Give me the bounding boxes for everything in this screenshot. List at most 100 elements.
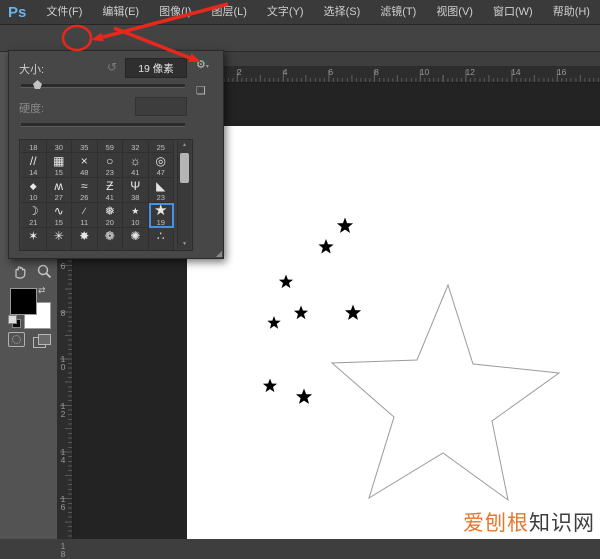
brush-tile-selected[interactable]: ★19	[149, 203, 175, 228]
brush-tip-icon: ✸	[79, 228, 89, 243]
brush-preset-grid: 183035593225//14▦15×48○23☼41◎47◆10ʍ27≈26…	[19, 139, 193, 251]
menu-item[interactable]: 视图(V)	[426, 0, 483, 24]
brush-tip-size: 15	[55, 168, 63, 177]
brush-tile[interactable]: ◆10	[21, 178, 47, 203]
brush-tip-size: 47	[157, 168, 165, 177]
brush-tile[interactable]: //14	[21, 153, 47, 178]
scroll-up-icon[interactable]: ▲	[178, 141, 191, 150]
brush-tip-icon: ∕	[83, 203, 85, 218]
reset-size-icon[interactable]: ↺	[107, 60, 117, 74]
scroll-down-icon[interactable]: ▼	[178, 240, 191, 249]
brush-tip-size: 26	[80, 193, 88, 202]
brush-tip-icon: ✺	[130, 228, 140, 243]
brush-tip-size: 25	[157, 143, 165, 152]
brush-tile[interactable]: 35	[72, 139, 98, 153]
brush-tip-icon: ▦	[53, 153, 64, 168]
brush-tip-icon: ʍ	[54, 178, 63, 193]
brush-tile[interactable]: Ƶ41	[98, 178, 124, 203]
brush-tile[interactable]: ✺	[123, 228, 149, 251]
menu-item[interactable]: 编辑(E)	[92, 0, 149, 24]
brush-tip-icon: ∿	[54, 203, 64, 218]
brush-tile[interactable]: 59	[98, 139, 124, 153]
brush-tip-icon: ○	[106, 153, 113, 168]
swap-colors-icon[interactable]: ⇄	[38, 285, 46, 296]
ruler-label: 12	[59, 402, 67, 418]
zoom-tool-icon[interactable]	[36, 263, 53, 280]
quick-mask-button[interactable]	[8, 332, 25, 347]
brush-tile[interactable]: ✳	[47, 228, 73, 251]
ruler-label: 12	[466, 67, 475, 77]
brush-tip-icon: ❁	[105, 228, 115, 243]
watermark-orange: 爱刨根	[463, 512, 529, 535]
size-slider[interactable]	[21, 84, 185, 88]
brush-tile[interactable]: ✸	[72, 228, 98, 251]
menu-item[interactable]: 图像(I)	[149, 0, 201, 24]
brush-tip-size: 27	[55, 193, 63, 202]
brush-tile[interactable]: 18	[21, 139, 47, 153]
canvas[interactable]	[187, 126, 600, 539]
size-label: 大小:	[19, 61, 44, 77]
brush-tip-size: 20	[106, 218, 114, 227]
default-colors-icon[interactable]	[8, 315, 20, 327]
brush-tile[interactable]: ≈26	[72, 178, 98, 203]
brush-tile[interactable]: ◎47	[149, 153, 175, 178]
ruler-label: 10	[420, 67, 429, 77]
brush-tile[interactable]: 32	[123, 139, 149, 153]
ruler-label: 8	[374, 67, 379, 77]
brush-tile[interactable]: 30	[47, 139, 73, 153]
brush-tile[interactable]: ❁	[98, 228, 124, 251]
panel-resize-grip[interactable]: ◢	[216, 249, 222, 258]
brush-tip-size: 21	[29, 218, 37, 227]
scrollbar-thumb[interactable]	[180, 153, 189, 183]
menu-item[interactable]: 帮助(H)	[543, 0, 600, 24]
brush-tip-icon: ∴	[157, 228, 165, 243]
ruler-label: 4	[283, 67, 288, 77]
menu-item[interactable]: 窗口(W)	[483, 0, 543, 24]
brush-tile[interactable]: ∿15	[47, 203, 73, 228]
brush-tip-icon: ✳	[54, 228, 64, 243]
brush-tip-icon: ☽	[28, 203, 39, 218]
brush-tip-icon: Ƶ	[106, 178, 113, 193]
brush-tile[interactable]: ◣23	[149, 178, 175, 203]
brush-tip-icon: //	[30, 153, 37, 168]
brush-tip-size: 41	[106, 193, 114, 202]
ruler-label: 10	[59, 355, 67, 371]
brush-tile[interactable]: ❅20	[98, 203, 124, 228]
brush-tile[interactable]: ×48	[72, 153, 98, 178]
menu-item[interactable]: 图层(L)	[201, 0, 256, 24]
new-brush-icon[interactable]: ❏	[196, 84, 206, 97]
brush-tip-icon: ◣	[156, 178, 165, 193]
ruler-label: 6	[328, 67, 333, 77]
brush-tile[interactable]: ☽21	[21, 203, 47, 228]
brush-tile[interactable]: Ψ38	[123, 178, 149, 203]
menu-item[interactable]: 文件(F)	[36, 0, 92, 24]
brush-tile[interactable]: ★10	[123, 203, 149, 228]
menu-item[interactable]: 文字(Y)	[257, 0, 314, 24]
brush-tile[interactable]: ∕11	[72, 203, 98, 228]
screen-mode-button[interactable]	[33, 334, 51, 348]
panel-menu-gear-icon[interactable]: ⚙▾	[196, 58, 209, 71]
brush-tile[interactable]: 25	[149, 139, 175, 153]
brush-tile[interactable]: ʍ27	[47, 178, 73, 203]
menu-item[interactable]: 滤镜(T)	[370, 0, 426, 24]
brush-grid-tiles: 183035593225//14▦15×48○23☼41◎47◆10ʍ27≈26…	[21, 139, 175, 251]
photoshop-logo: Ps	[8, 4, 26, 21]
brush-tile[interactable]: ✶	[21, 228, 47, 251]
size-value-field[interactable]: 19 像素	[125, 58, 187, 78]
foreground-color-swatch[interactable]	[10, 288, 37, 315]
brush-tip-size: 48	[80, 168, 88, 177]
brush-tile[interactable]: ☼41	[123, 153, 149, 178]
hand-tool-icon[interactable]	[11, 263, 28, 280]
options-bar	[0, 24, 600, 52]
brush-tip-size: 11	[80, 218, 88, 227]
brush-tile[interactable]: ▦15	[47, 153, 73, 178]
brush-tip-icon: ❅	[105, 203, 115, 218]
brush-grid-scrollbar[interactable]: ▲ ▼	[177, 141, 191, 249]
menu-item[interactable]: 选择(S)	[314, 0, 371, 24]
brush-tile[interactable]: ○23	[98, 153, 124, 178]
brush-tip-size: 30	[55, 143, 63, 152]
brush-tile[interactable]: ∴	[149, 228, 175, 251]
menu-bar: Ps 文件(F)编辑(E)图像(I)图层(L)文字(Y)选择(S)滤镜(T)视图…	[0, 0, 600, 25]
hardness-label: 硬度:	[19, 100, 44, 116]
brush-tip-size: 32	[131, 143, 139, 152]
